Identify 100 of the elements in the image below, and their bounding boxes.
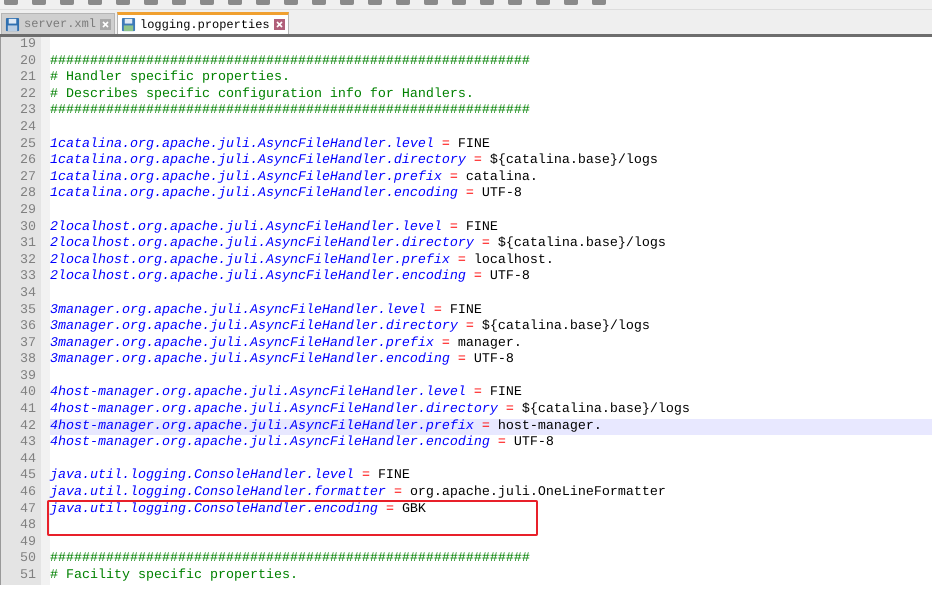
line-number: 44 (0, 452, 50, 468)
line-number: 37 (0, 336, 50, 352)
property-value: UTF-8 (482, 186, 522, 203)
equals-operator: = (434, 302, 442, 319)
toolbar-icon[interactable] (508, 0, 522, 5)
property-value: host-manager. (498, 418, 602, 436)
property-key: 3manager.org.apache.juli.AsyncFileHandler.prefix (50, 336, 434, 352)
line-number: 27 (0, 170, 50, 186)
equals-operator: = (466, 319, 474, 336)
toolbar-icon[interactable] (172, 0, 186, 5)
toolbar-icon[interactable] (480, 0, 494, 5)
toolbar-icon[interactable] (564, 0, 578, 5)
property-value: ${catalina.base}/logs (522, 402, 690, 419)
line-number: 26 (0, 153, 50, 170)
toolbar-icon[interactable] (536, 0, 550, 5)
property-value: FINE (490, 385, 522, 402)
line-number: 31 (0, 236, 50, 253)
line-number: 38 (0, 352, 50, 369)
line-number: 24 (0, 120, 50, 137)
property-value: UTF-8 (490, 269, 530, 286)
toolbar-icon[interactable] (368, 0, 382, 5)
equals-operator: = (474, 269, 482, 286)
equals-operator: = (482, 418, 490, 435)
property-value: localhost. (474, 252, 554, 270)
property-value: FINE (466, 220, 498, 236)
toolbar-icon[interactable] (452, 0, 466, 5)
equals-operator: = (506, 402, 514, 419)
line-number: 47 (0, 502, 50, 518)
toolbar-icon[interactable] (60, 0, 74, 5)
line-number: 39 (0, 368, 50, 386)
property-key: 3manager.org.apache.juli.AsyncFileHandler.directory (50, 319, 458, 336)
property-key: java.util.logging.ConsoleHandler.level (50, 468, 354, 486)
property-key: 1catalina.org.apache.juli.AsyncFileHandler.directory (50, 153, 466, 170)
property-key: 4host-manager.org.apache.juli.AsyncFileHandler.prefix (50, 418, 474, 436)
close-icon[interactable] (274, 19, 285, 30)
code-comment: # Facility specific properties. (50, 568, 298, 585)
property-key: 2localhost.org.apache.juli.AsyncFileHandler.directory (50, 236, 474, 253)
toolbar-icon[interactable] (312, 0, 326, 5)
toolbar-icon[interactable] (284, 0, 298, 5)
property-value: FINE (450, 302, 482, 319)
property-value: org.apache.juli.OneLineFormatter (410, 485, 666, 502)
line-number: 51 (0, 568, 50, 585)
toolbar-icon[interactable] (592, 0, 606, 5)
property-key: 4host-manager.org.apache.juli.AsyncFileHandler.level (50, 385, 466, 402)
line-number: 41 (0, 402, 50, 419)
toolbar-icon[interactable] (256, 0, 270, 5)
code-comment: ############################################################ (50, 551, 530, 568)
equals-operator: = (450, 220, 458, 236)
toolbar-icon[interactable] (116, 0, 130, 5)
line-number: 32 (0, 252, 50, 270)
toolbar-icon[interactable] (340, 0, 354, 5)
code-comment: ############################################################ (50, 54, 530, 70)
line-number: 48 (0, 518, 50, 535)
toolbar-icon[interactable] (396, 0, 410, 5)
property-value: ${catalina.base}/logs (498, 236, 666, 253)
property-value: ${catalina.base}/logs (490, 153, 658, 170)
property-key: 2localhost.org.apache.juli.AsyncFileHandler.prefix (50, 252, 450, 270)
property-value: UTF-8 (474, 352, 514, 369)
property-value: UTF-8 (514, 435, 554, 452)
equals-operator: = (482, 236, 490, 253)
line-number: 35 (0, 302, 50, 320)
equals-operator: = (474, 153, 482, 170)
line-number: 40 (0, 385, 50, 402)
file-tab[interactable]: logging.properties (117, 12, 289, 34)
line-number: 33 (0, 269, 50, 286)
equals-operator: = (442, 336, 450, 352)
equals-operator: = (442, 136, 450, 153)
line-number: 46 (0, 485, 50, 502)
close-icon[interactable] (100, 18, 112, 30)
property-value: ${catalina.base}/logs (482, 319, 650, 336)
equals-operator: = (498, 435, 506, 452)
line-number: 50 (0, 551, 50, 568)
equals-operator: = (386, 502, 394, 518)
toolbar-icon[interactable] (32, 0, 46, 5)
property-key: 1catalina.org.apache.juli.AsyncFileHandler.level (50, 136, 434, 154)
property-key: java.util.logging.ConsoleHandler.formatter (50, 485, 386, 502)
equals-operator: = (458, 352, 466, 369)
line-number: 36 (0, 319, 50, 336)
property-key: java.util.logging.ConsoleHandler.encoding (50, 502, 378, 518)
code-comment: # Describes specific configuration info for Handlers. (50, 86, 474, 104)
toolbar-icon[interactable] (228, 0, 242, 5)
property-value: catalina. (466, 170, 538, 186)
property-key: 1catalina.org.apache.juli.AsyncFileHandler.prefix (50, 170, 442, 186)
toolbar-icon[interactable] (4, 0, 18, 5)
toolbar-icon[interactable] (424, 0, 438, 5)
property-key: 1catalina.org.apache.juli.AsyncFileHandler.encoding (50, 186, 458, 203)
property-value: manager. (458, 336, 522, 352)
equals-operator: = (450, 170, 458, 186)
toolbar-icon[interactable] (88, 0, 102, 5)
toolbar-icon[interactable] (200, 0, 214, 5)
line-number: 20 (0, 54, 50, 70)
line-number: 25 (0, 136, 50, 154)
line-number: 49 (0, 534, 50, 552)
line-number: 29 (0, 202, 50, 220)
line-number: 22 (0, 86, 50, 104)
equals-operator: = (362, 468, 370, 485)
line-number: 45 (0, 468, 50, 486)
toolbar-icon[interactable] (144, 0, 158, 5)
code-comment: # Handler specific properties. (50, 70, 290, 87)
line-number: 19 (0, 37, 50, 54)
